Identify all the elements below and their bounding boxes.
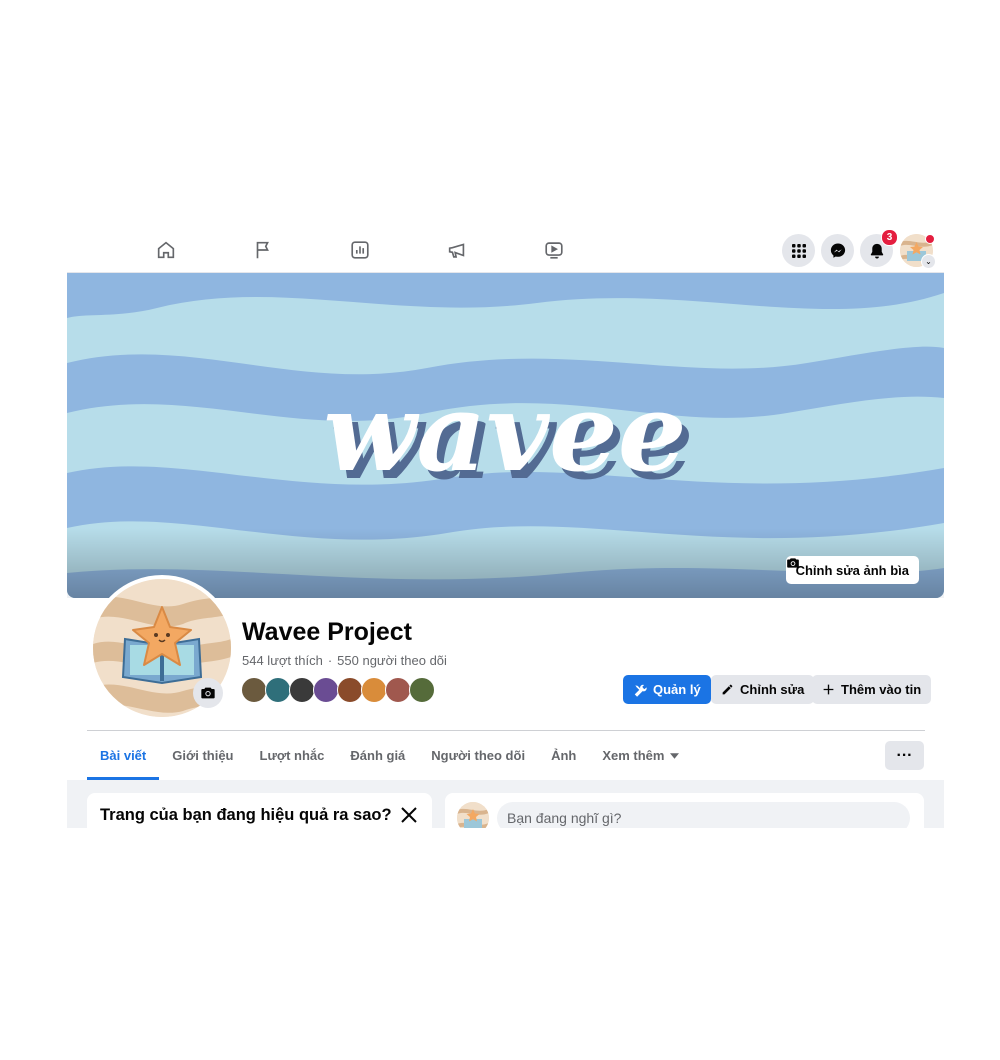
- tab-posts[interactable]: Bài viết: [87, 731, 160, 780]
- account-avatar[interactable]: ⌄: [900, 234, 936, 269]
- avatar-camera-icon[interactable]: [193, 678, 223, 708]
- cover-photo: wavee wavee Chỉnh sửa ảnh bìa: [67, 273, 944, 598]
- add-to-story-label: Thêm vào tin: [841, 682, 922, 697]
- tab-label: Đánh giá: [350, 748, 406, 763]
- insights-card: Trang của bạn đang hiệu quả ra sao?: [87, 793, 432, 828]
- flag-icon[interactable]: [244, 236, 282, 264]
- chevron-down-icon[interactable]: ⌄: [921, 254, 936, 269]
- camera-icon: [786, 558, 799, 568]
- bell-icon[interactable]: 3: [860, 229, 898, 267]
- notification-badge: 3: [881, 229, 898, 246]
- page-title: Wavee Project: [242, 618, 412, 646]
- tab-label: Người theo dõi: [431, 748, 526, 763]
- likes-count[interactable]: 544 lượt thích: [242, 653, 323, 668]
- composer-placeholder: Bạn đang nghĩ gì?: [507, 810, 622, 826]
- manage-button[interactable]: Quản lý: [623, 675, 711, 704]
- follower-avatar[interactable]: [337, 677, 363, 703]
- plus-icon: [823, 684, 834, 695]
- page-stats: 544 lượt thích · 550 người theo dõi: [242, 653, 447, 668]
- follower-avatar[interactable]: [241, 677, 267, 703]
- followers-count[interactable]: 550 người theo dõi: [337, 653, 447, 668]
- megaphone-icon[interactable]: [438, 236, 476, 264]
- online-dot: [925, 234, 935, 244]
- close-icon[interactable]: [400, 806, 418, 824]
- caret-down-icon: [670, 752, 680, 759]
- post-composer: Bạn đang nghĩ gì?: [445, 793, 924, 828]
- stats-separator: ·: [327, 653, 333, 668]
- insights-title: Trang của bạn đang hiệu quả ra sao?: [100, 806, 392, 824]
- tab-label: Ảnh: [551, 748, 577, 763]
- page-profile: wavee wavee Chỉnh sửa ảnh bìa Wavee Proj…: [67, 273, 944, 828]
- follower-avatars: [241, 677, 435, 703]
- composer-avatar-image: [457, 802, 489, 828]
- tab-label: Giới thiệu: [172, 748, 234, 763]
- add-to-story-button[interactable]: Thêm vào tin: [812, 675, 932, 704]
- follower-avatar[interactable]: [265, 677, 291, 703]
- manage-label: Quản lý: [653, 682, 701, 697]
- tab-photos[interactable]: Ảnh: [538, 731, 589, 780]
- composer-input[interactable]: Bạn đang nghĩ gì?: [497, 802, 910, 828]
- edit-cover-label: Chỉnh sửa ảnh bìa: [795, 562, 909, 578]
- messenger-icon[interactable]: [821, 234, 854, 267]
- follower-avatar[interactable]: [361, 677, 387, 703]
- menu-grid-icon[interactable]: [782, 234, 815, 267]
- pencil-icon: [722, 684, 733, 695]
- tools-icon: [634, 684, 647, 697]
- follower-avatar[interactable]: [313, 677, 339, 703]
- edit-label: Chỉnh sửa: [740, 682, 805, 697]
- tab-label: Bài viết: [100, 748, 147, 763]
- tab-label: Lượt nhắc: [259, 748, 325, 763]
- top-navigation: 3 ⌄: [67, 228, 944, 273]
- tab-about[interactable]: Giới thiệu: [159, 731, 246, 780]
- cover-title-art: wavee: [323, 370, 686, 496]
- video-icon[interactable]: [535, 236, 573, 264]
- follower-avatar[interactable]: [385, 677, 411, 703]
- edit-button[interactable]: Chỉnh sửa: [711, 675, 815, 704]
- home-icon[interactable]: [147, 236, 185, 264]
- tab-more[interactable]: Xem thêm: [589, 731, 692, 780]
- follower-avatar[interactable]: [289, 677, 315, 703]
- more-options-button[interactable]: ···: [885, 741, 924, 770]
- composer-avatar[interactable]: [457, 802, 489, 828]
- edit-cover-button[interactable]: Chỉnh sửa ảnh bìa: [785, 556, 919, 584]
- tab-reviews[interactable]: Đánh giá: [337, 731, 418, 780]
- follower-avatar[interactable]: [409, 677, 435, 703]
- tab-mentions[interactable]: Lượt nhắc: [247, 731, 338, 780]
- tab-followers[interactable]: Người theo dõi: [418, 731, 538, 780]
- insights-icon[interactable]: [341, 236, 379, 264]
- page-tabs: Bài viết Giới thiệu Lượt nhắc Đánh giá N…: [87, 731, 692, 780]
- tab-label: Xem thêm: [602, 748, 665, 763]
